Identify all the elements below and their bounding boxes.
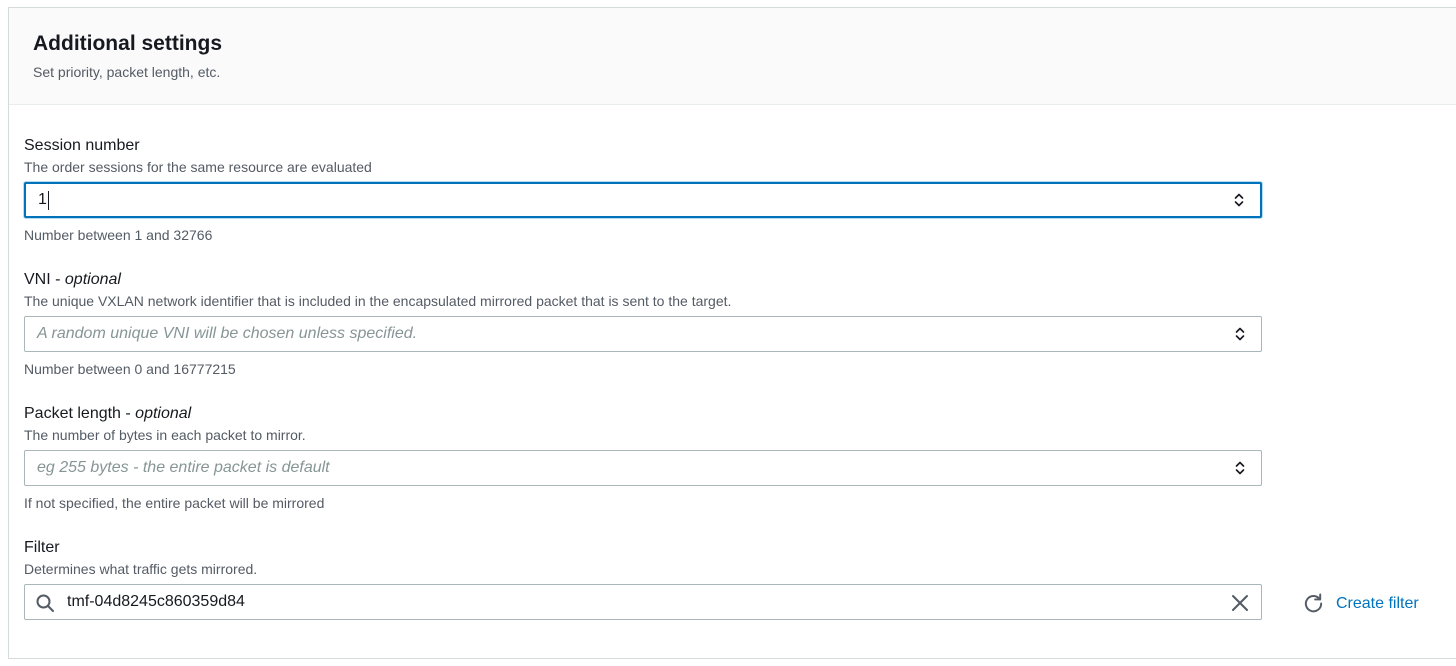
filter-description: Determines what traffic gets mirrored. — [24, 561, 258, 577]
text-caret — [47, 190, 49, 210]
panel-header: Additional settings Set priority, packet… — [9, 8, 1456, 105]
session-number-value: 1 — [38, 191, 47, 208]
packet-length-field: Packet length - optional The number of b… — [24, 404, 1262, 512]
session-number-hint: Number between 1 and 32766 — [24, 227, 213, 243]
vni-optional-tag: optional — [64, 271, 121, 288]
vni-input[interactable]: A random unique VNI will be chosen unles… — [24, 316, 1262, 352]
packet-length-placeholder: eg 255 bytes - the entire packet is defa… — [37, 459, 330, 476]
packet-length-label: Packet length - optional — [24, 404, 1262, 426]
panel-title: Additional settings — [33, 32, 222, 55]
refresh-icon[interactable] — [1302, 592, 1325, 615]
session-number-field: Session number The order sessions for th… — [24, 136, 1262, 244]
create-filter-link[interactable]: Create filter — [1336, 594, 1419, 614]
vni-field: VNI - optional The unique VXLAN network … — [24, 270, 1262, 378]
packet-length-input[interactable]: eg 255 bytes - the entire packet is defa… — [24, 450, 1262, 486]
stepper-icon[interactable] — [1234, 459, 1246, 477]
packet-length-optional-tag: optional — [135, 405, 192, 422]
filter-search-input[interactable]: tmf-04d8245c860359d84 — [24, 584, 1262, 620]
stepper-icon[interactable] — [1233, 191, 1245, 209]
session-number-description: The order sessions for the same resource… — [24, 159, 372, 175]
vni-placeholder: A random unique VNI will be chosen unles… — [37, 325, 418, 342]
filter-field: Filter Determines what traffic gets mirr… — [24, 538, 1262, 620]
vni-label-text: VNI - — [24, 271, 65, 288]
filter-value: tmf-04d8245c860359d84 — [67, 593, 245, 610]
vni-label: VNI - optional — [24, 270, 1262, 292]
panel-subtitle: Set priority, packet length, etc. — [33, 64, 221, 80]
filter-label: Filter — [24, 539, 60, 556]
session-number-input[interactable]: 1 — [24, 182, 1262, 218]
vni-description: The unique VXLAN network identifier that… — [24, 293, 732, 309]
session-number-label: Session number — [24, 137, 140, 154]
packet-length-description: The number of bytes in each packet to mi… — [24, 427, 306, 443]
session-number-value-wrap: 1 — [38, 184, 49, 216]
search-icon — [36, 594, 54, 612]
close-icon[interactable] — [1231, 594, 1249, 612]
packet-length-hint: If not specified, the entire packet will… — [24, 495, 325, 511]
packet-length-label-text: Packet length - — [24, 405, 136, 422]
vni-hint: Number between 0 and 16777215 — [24, 361, 236, 377]
stepper-icon[interactable] — [1234, 325, 1246, 343]
